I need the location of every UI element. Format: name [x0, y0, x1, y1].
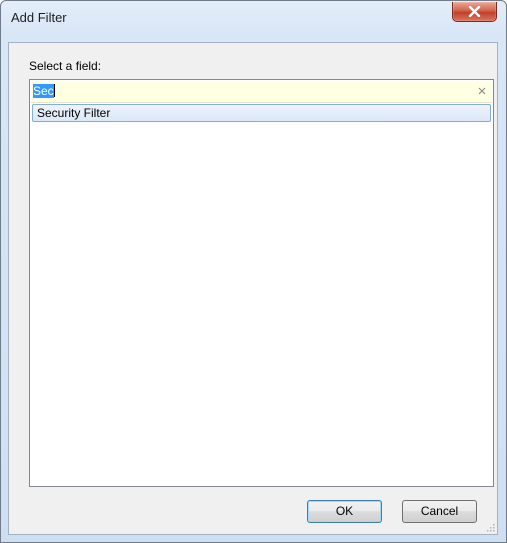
title-bar[interactable]: Add Filter [1, 1, 506, 35]
dialog-body: Select a field: Sec Security Filter OK C… [8, 42, 498, 535]
field-label: Select a field: [29, 59, 102, 73]
ok-button[interactable]: OK [307, 500, 382, 523]
resize-grip-icon[interactable] [485, 522, 495, 532]
close-button[interactable] [452, 2, 497, 22]
list-item[interactable]: Security Filter [32, 104, 491, 122]
add-filter-dialog: Add Filter Select a field: Sec Security … [0, 0, 507, 543]
clear-x-icon[interactable] [476, 85, 488, 97]
cancel-button[interactable]: Cancel [402, 500, 477, 523]
search-input-selected-text: Sec [33, 84, 54, 98]
dialog-title: Add Filter [11, 10, 67, 25]
search-row: Sec [31, 81, 492, 103]
search-input[interactable]: Sec [33, 83, 55, 99]
close-x-icon [468, 6, 481, 17]
text-caret [53, 84, 55, 97]
field-list[interactable]: Sec Security Filter [29, 79, 494, 487]
